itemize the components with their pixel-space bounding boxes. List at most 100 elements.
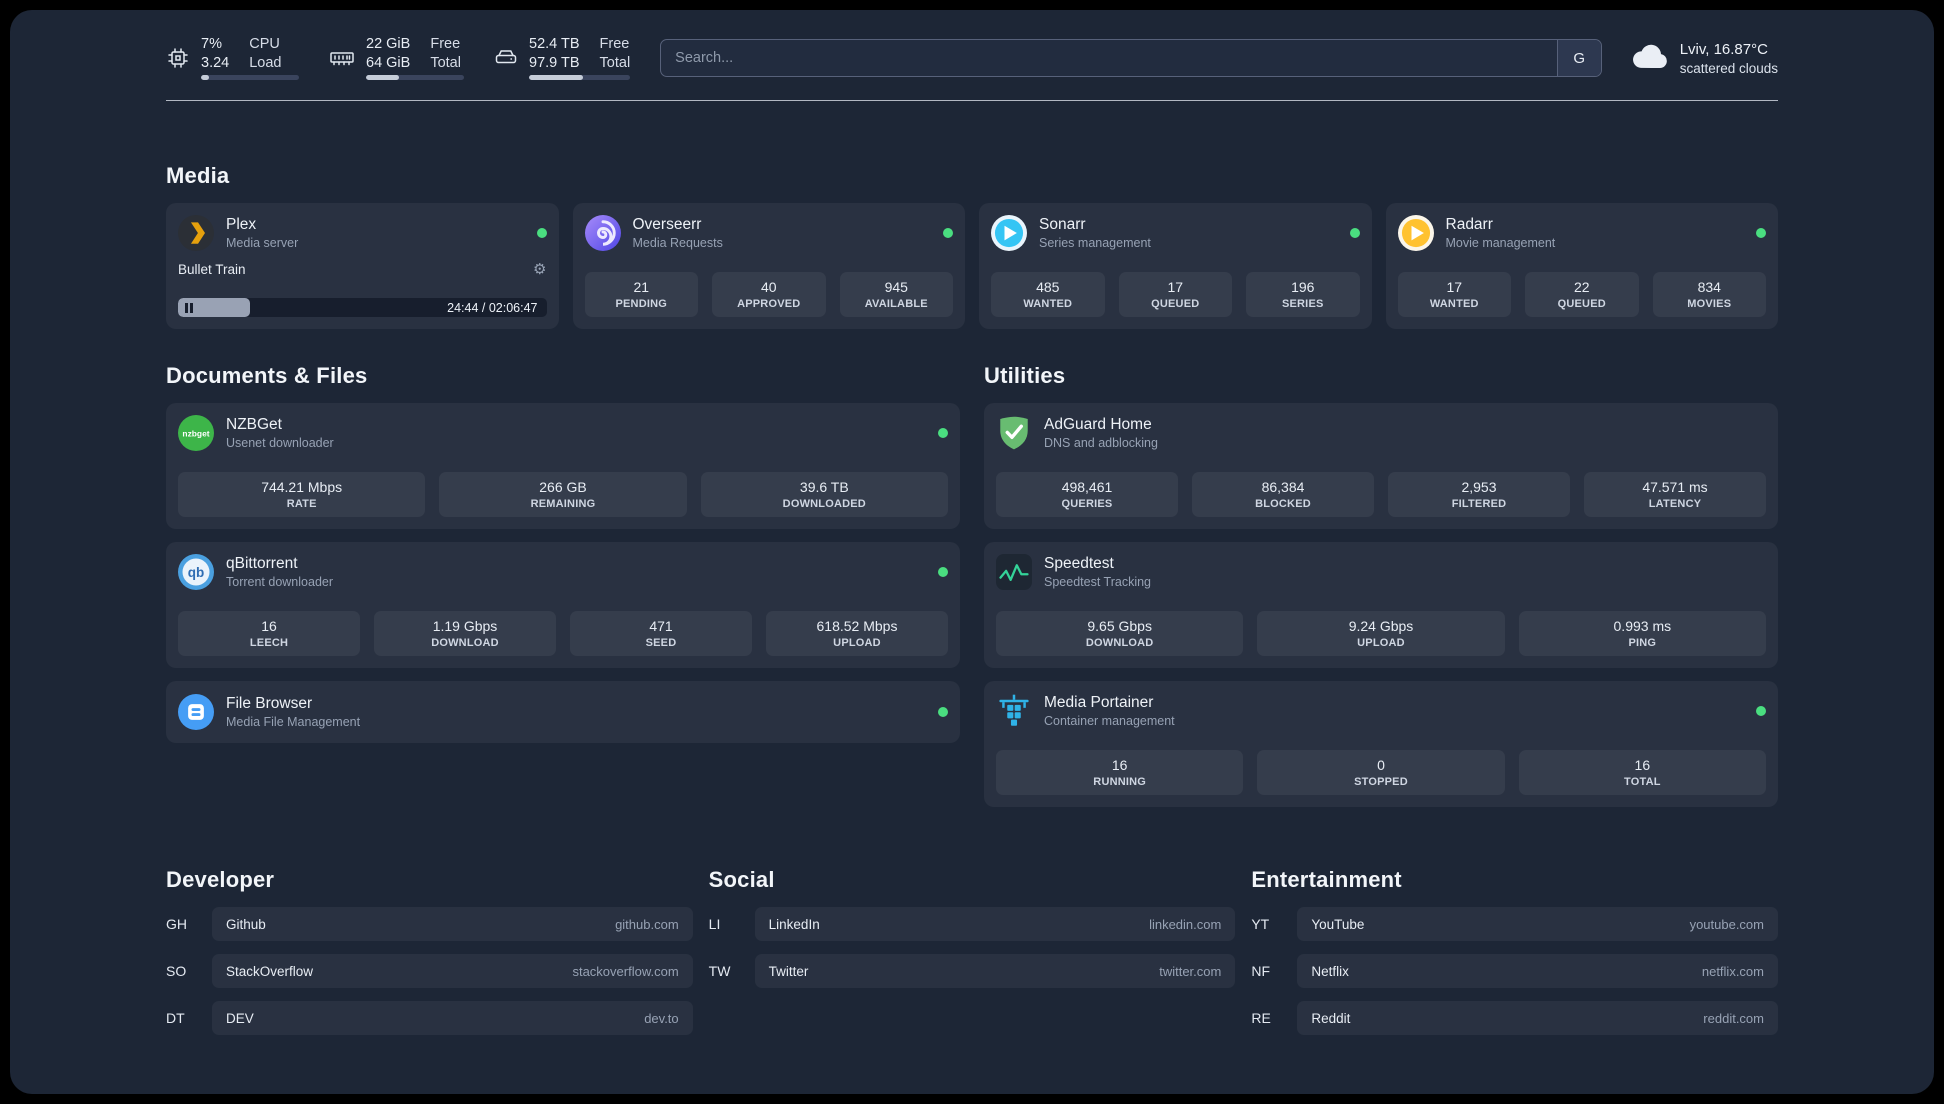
stat-label: FILTERED — [1451, 498, 1507, 511]
qbittorrent-stat-download: 1.19 Gbps DOWNLOAD — [374, 611, 556, 657]
overseerr-icon — [584, 215, 621, 252]
stat-label: QUEUED — [1557, 298, 1606, 311]
bookmark-link-dev[interactable]: DEV dev.to — [212, 1001, 693, 1036]
plex-progress-time: 24:44 / 02:06:47 — [447, 300, 538, 315]
plex-icon — [178, 215, 214, 252]
qbittorrent-stat-leech: 16 LEECH — [178, 611, 360, 657]
search-provider-button[interactable]: G — [1556, 40, 1601, 77]
utilities-section-title: Utilities — [984, 363, 1066, 389]
bookmark-link-linkedin[interactable]: LinkedIn linkedin.com — [754, 907, 1236, 942]
stat-value: 39.6 TB — [799, 479, 849, 496]
portainer-stat-running: 16 RUNNING — [996, 750, 1244, 796]
disk-values: 52.4 TB 97.9 TB — [529, 36, 580, 71]
overseerr-card[interactable]: Overseerr Media Requests 21 PENDING 40 A… — [572, 203, 965, 330]
adguard-icon — [996, 415, 1032, 451]
cpu-chip-icon — [166, 46, 190, 70]
stat-value: 266 GB — [539, 479, 587, 496]
filebrowser-card[interactable]: File Browser Media File Management — [166, 681, 960, 744]
stat-value: 471 — [649, 618, 673, 635]
speedtest-subtitle: Speedtest Tracking — [1044, 575, 1152, 590]
bookmark-url: reddit.com — [1703, 1010, 1764, 1026]
plex-card[interactable]: Plex Media server Bullet Train ⚙ 24:44 /… — [166, 203, 559, 330]
stat-value: 1.19 Gbps — [432, 618, 498, 635]
stat-value: 86,384 — [1261, 479, 1305, 496]
qbittorrent-stat-seed: 471 SEED — [570, 611, 752, 657]
svg-text:nzbget: nzbget — [182, 429, 209, 439]
speedtest-card[interactable]: Speedtest Speedtest Tracking 9.65 Gbps D… — [984, 542, 1778, 669]
adguard-card[interactable]: AdGuard Home DNS and adblocking 498,461 … — [984, 403, 1778, 530]
stat-label: UPLOAD — [1357, 637, 1405, 650]
plex-progress-bar[interactable]: 24:44 / 02:06:47 — [178, 298, 547, 318]
portainer-card[interactable]: Media Portainer Container management 16 … — [984, 681, 1778, 808]
memory-monitor: 22 GiB 64 GiB Free Total — [329, 36, 464, 81]
weather-widget[interactable]: Lviv, 16.87°C scattered clouds — [1632, 41, 1778, 76]
stat-value: 16 — [1111, 757, 1128, 774]
bookmark-url: youtube.com — [1689, 916, 1764, 932]
stat-value: 485 — [1036, 279, 1060, 296]
bookmark-row-dev: DT DEV dev.to — [166, 1001, 693, 1036]
stat-label: PENDING — [615, 298, 668, 311]
bookmark-link-netflix[interactable]: Netflix netflix.com — [1297, 954, 1778, 989]
stat-value: 2,953 — [1461, 479, 1497, 496]
adguard-stat-blocked: 86,384 BLOCKED — [1192, 472, 1374, 518]
radarr-name: Radarr — [1445, 216, 1493, 234]
stat-value: 945 — [884, 279, 908, 296]
qbittorrent-status-dot — [938, 567, 948, 578]
stat-label: APPROVED — [737, 298, 801, 311]
top-bar: 7% 3.24 CPU Load 22 GiB 64 GiB Free Tota… — [166, 36, 1778, 81]
bookmark-row-stackoverflow: SO StackOverflow stackoverflow.com — [166, 954, 693, 989]
bookmark-name: StackOverflow — [226, 963, 314, 979]
disk-monitor: 52.4 TB 97.9 TB Free Total — [494, 36, 631, 81]
adguard-subtitle: DNS and adblocking — [1044, 436, 1158, 451]
stat-label: QUEUED — [1151, 298, 1200, 311]
developer-group-title: Developer — [166, 867, 275, 893]
stat-label: PING — [1628, 637, 1657, 650]
portainer-stat-total: 16 TOTAL — [1518, 750, 1766, 796]
nzbget-name: NZBGet — [226, 416, 282, 434]
pause-icon[interactable] — [185, 302, 193, 313]
stat-label: LEECH — [249, 637, 289, 650]
stat-value: 17 — [1446, 279, 1463, 296]
speedtest-stat-ping: 0.993 ms PING — [1518, 611, 1766, 657]
stat-label: BLOCKED — [1255, 498, 1311, 511]
sonarr-stat-wanted: 485 WANTED — [991, 272, 1105, 318]
bookmark-link-github[interactable]: Github github.com — [212, 907, 693, 942]
svg-text:qb: qb — [188, 565, 205, 580]
sonarr-card[interactable]: Sonarr Series management 485 WANTED 17 Q… — [979, 203, 1372, 330]
stat-label: AVAILABLE — [864, 298, 928, 311]
bookmark-link-stackoverflow[interactable]: StackOverflow stackoverflow.com — [212, 954, 693, 989]
stat-value: 47.571 ms — [1642, 479, 1708, 496]
speedtest-icon — [996, 554, 1032, 591]
stat-label: TOTAL — [1623, 776, 1661, 789]
bookmark-group-entertainment: Entertainment YT YouTube youtube.com NF … — [1251, 867, 1778, 1036]
bookmark-link-youtube[interactable]: YouTube youtube.com — [1297, 907, 1778, 942]
stat-value: 17 — [1167, 279, 1184, 296]
qbittorrent-card[interactable]: qb qBittorrent Torrent downloader 16 LEE… — [166, 542, 960, 669]
speedtest-stat-download: 9.65 Gbps DOWNLOAD — [996, 611, 1244, 657]
overseerr-stat-approved: 40 APPROVED — [712, 272, 826, 318]
bookmark-link-twitter[interactable]: Twitter twitter.com — [754, 954, 1236, 989]
bookmark-link-reddit[interactable]: Reddit reddit.com — [1297, 1001, 1778, 1036]
cpu-values: 7% 3.24 — [201, 36, 229, 71]
stat-label: RUNNING — [1093, 776, 1147, 789]
bookmark-row-github: GH Github github.com — [166, 907, 693, 942]
media-section-title: Media — [166, 163, 230, 189]
search-input[interactable] — [661, 40, 1557, 77]
bookmark-group-social: Social LI LinkedIn linkedin.com TW Twitt… — [709, 867, 1236, 1035]
disk-label-bottom: Total — [599, 54, 631, 71]
section-media: Media Plex Media server Bullet Train ⚙ 2… — [166, 163, 1778, 330]
stat-label: MOVIES — [1687, 298, 1732, 311]
radarr-icon — [1397, 215, 1434, 252]
hard-drive-icon — [494, 46, 518, 70]
overseerr-status-dot — [943, 228, 953, 239]
sonarr-icon — [991, 215, 1027, 252]
gear-icon[interactable]: ⚙ — [533, 262, 546, 277]
nzbget-card[interactable]: nzbget NZBGet Usenet downloader 744.21 M… — [166, 403, 960, 530]
nzbget-stat-downloaded: 39.6 TB DOWNLOADED — [700, 472, 948, 518]
radarr-stat-queued: 22 QUEUED — [1525, 272, 1639, 318]
stat-label: DOWNLOAD — [1085, 637, 1154, 650]
radarr-card[interactable]: Radarr Movie management 17 WANTED 22 QUE… — [1385, 203, 1778, 330]
stat-label: WANTED — [1429, 298, 1479, 311]
stat-value: 618.52 Mbps — [816, 618, 898, 635]
stat-value: 21 — [633, 279, 650, 296]
